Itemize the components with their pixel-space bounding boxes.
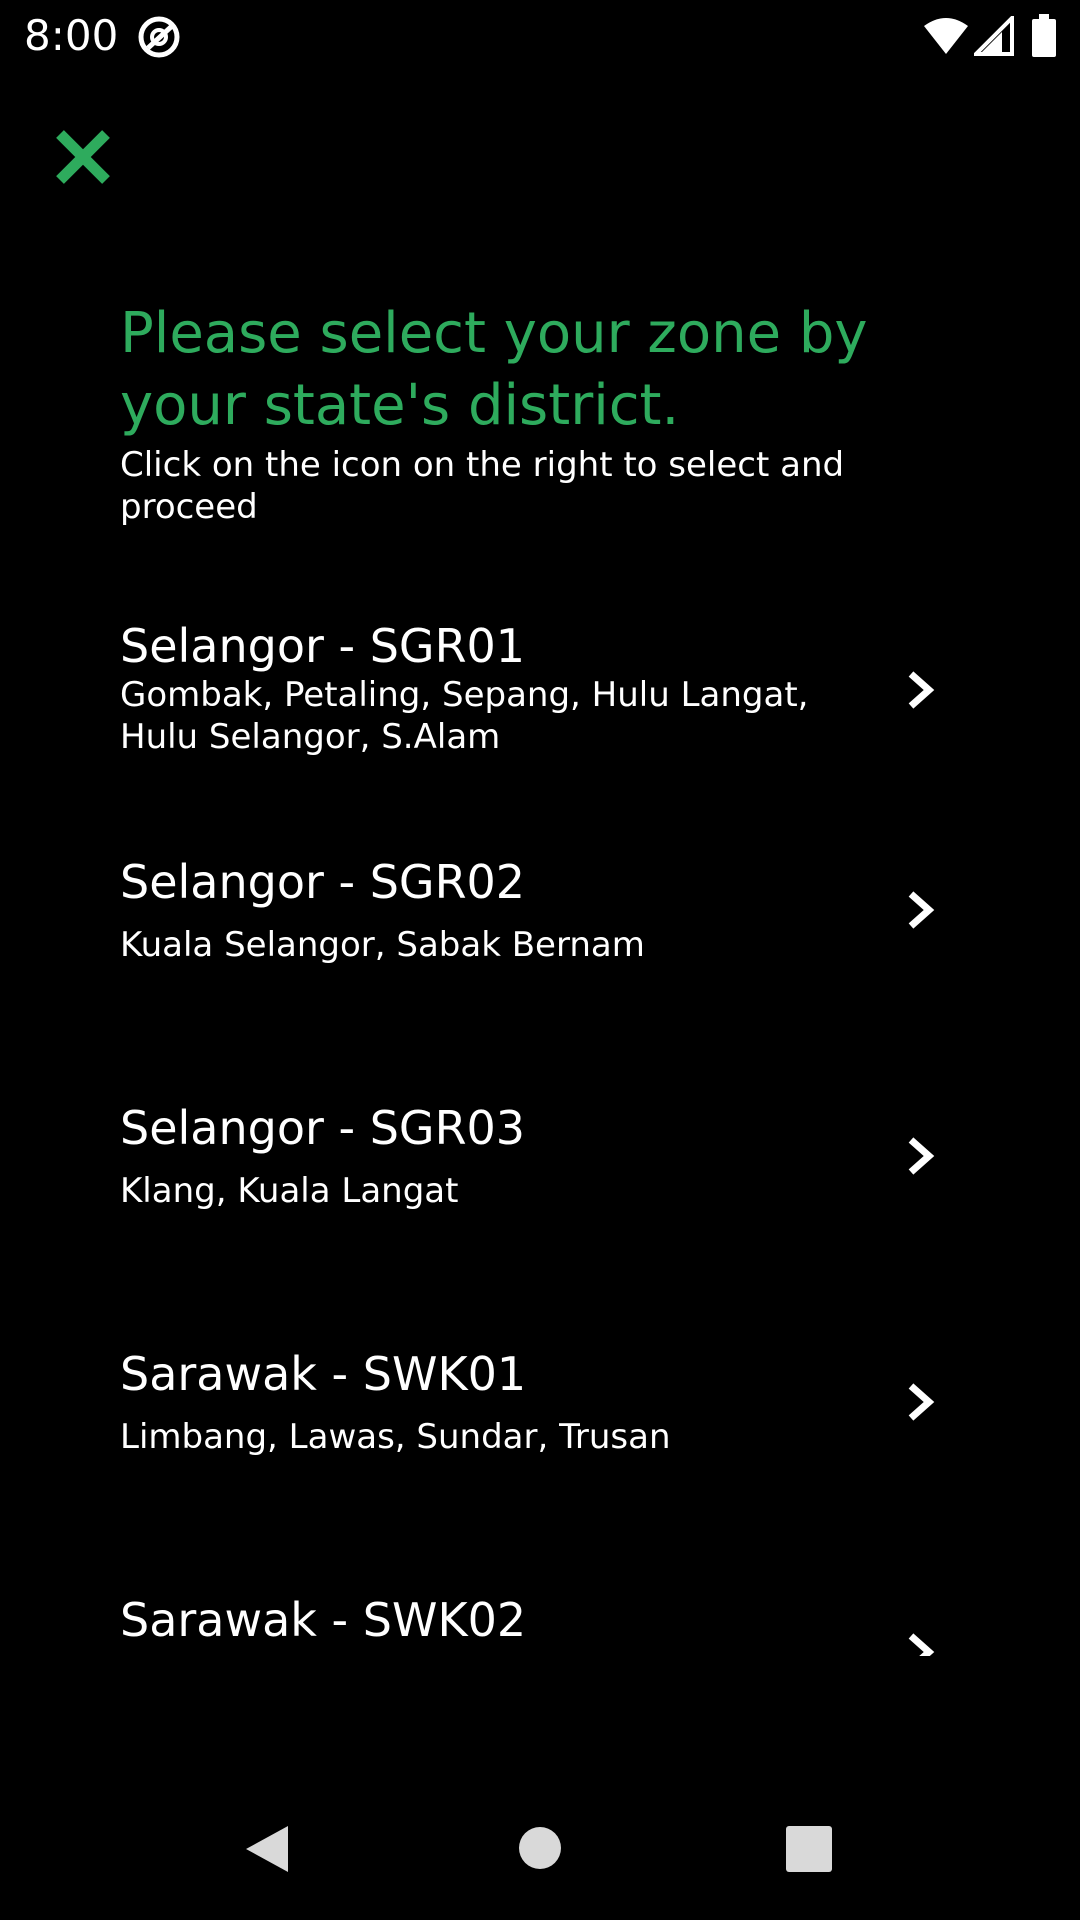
zone-title: Sarawak - SWK01	[120, 1347, 527, 1401]
status-bar: 8:00	[0, 0, 1080, 72]
close-button[interactable]	[52, 126, 114, 188]
zone-title: Selangor - SGR01	[120, 619, 526, 673]
home-icon[interactable]	[518, 1826, 562, 1870]
chevron-right-icon[interactable]	[904, 890, 936, 930]
chevron-right-icon[interactable]	[904, 670, 936, 710]
close-icon	[56, 130, 110, 184]
status-time: 8:00	[24, 11, 119, 60]
battery-icon	[1032, 14, 1056, 57]
zone-item-sgr02[interactable]: Selangor - SGR02 Kuala Selangor, Sabak B…	[0, 854, 1080, 965]
zone-title: Sarawak - SWK02	[120, 1593, 527, 1647]
cell-signal-icon	[974, 16, 1014, 56]
page-subtitle: Click on the icon on the right to select…	[120, 445, 845, 527]
app-notification-icon	[138, 16, 180, 58]
wifi-icon	[924, 18, 968, 54]
zone-item-sgr03[interactable]: Selangor - SGR03 Klang, Kuala Langat	[0, 1100, 1080, 1211]
zone-title: Selangor - SGR02	[120, 855, 526, 909]
navigation-bar	[0, 1800, 1080, 1920]
zone-districts: Gombak, Petaling, Sepang, Hulu Langat, H…	[120, 675, 809, 757]
chevron-right-icon[interactable]	[904, 1382, 936, 1422]
zone-districts: Kuala Selangor, Sabak Bernam	[120, 925, 645, 965]
chevron-right-icon[interactable]	[904, 1632, 936, 1656]
page-title: Please select your zone by your state's …	[120, 301, 868, 438]
zone-item-swk01[interactable]: Sarawak - SWK01 Limbang, Lawas, Sundar, …	[0, 1346, 1080, 1457]
recents-icon[interactable]	[786, 1826, 832, 1872]
zone-title: Selangor - SGR03	[120, 1101, 526, 1155]
back-icon[interactable]	[244, 1824, 290, 1874]
zone-districts: Limbang, Lawas, Sundar, Trusan	[120, 1417, 671, 1457]
chevron-right-icon[interactable]	[904, 1136, 936, 1176]
zone-item-swk02[interactable]: Sarawak - SWK02	[0, 1592, 1080, 1656]
zone-districts: Klang, Kuala Langat	[120, 1171, 459, 1211]
zone-item-sgr01[interactable]: Selangor - SGR01 Gombak, Petaling, Sepan…	[0, 618, 1080, 758]
